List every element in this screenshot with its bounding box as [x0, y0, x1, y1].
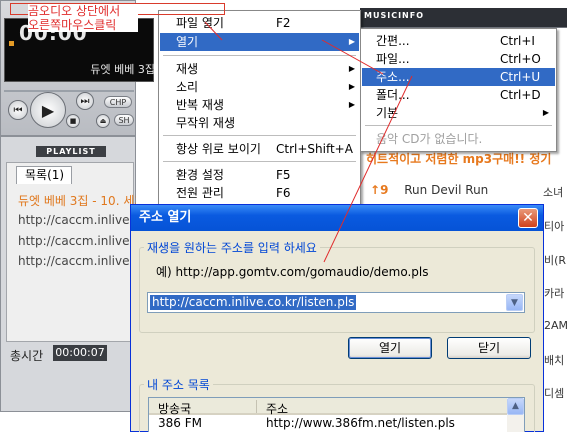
next-button[interactable]: ⏭ [76, 92, 94, 110]
url-group-label: 재생을 원하는 주소를 입력 하세요 [144, 239, 320, 256]
display-indicator [9, 41, 14, 46]
submenu-arrow-icon: ▶ [348, 82, 355, 91]
dialog-title: 주소 열기 [131, 205, 543, 231]
submenu-item-quick[interactable]: 간편... Ctrl+I [362, 32, 555, 50]
menu-item-preferences[interactable]: 환경 설정 F5 [160, 166, 359, 184]
stop-button[interactable]: ■ [66, 114, 80, 128]
playlist-header: PLAYLIST [36, 146, 106, 157]
submenu-arrow-icon: ▶ [348, 100, 355, 109]
scrollbar-track[interactable] [507, 415, 524, 432]
submenu-item-default[interactable]: 기본 ▶ [362, 104, 555, 122]
menu-item-sound[interactable]: 소리 ▶ [160, 78, 359, 96]
up-arrow-icon: ↑ [370, 183, 381, 197]
url-example: 예) http://app.gomtv.com/gomaudio/demo.pl… [156, 265, 429, 279]
playlist-list [6, 162, 134, 342]
address-list-label: 내 주소 목록 [144, 376, 213, 393]
column-header-address[interactable]: 주소 [266, 400, 288, 417]
station-cell[interactable]: 386 FM [158, 416, 202, 430]
menu-item-open[interactable]: 열기 ▶ [160, 33, 359, 51]
total-time-label: 총시간 [10, 349, 44, 363]
menu-item-open-file[interactable]: 파일 열기 F2 [160, 14, 359, 32]
playlist-item[interactable]: http://caccm.inlive.co.kr [18, 213, 136, 227]
chart-artist: 배치 [544, 354, 565, 367]
address-list-header [149, 398, 507, 415]
shuffle-button[interactable]: SH [114, 114, 134, 126]
chart-artist: 카라 [544, 287, 565, 300]
chart-rank: 9 [380, 183, 389, 197]
url-group [139, 247, 535, 333]
desktop-strip [0, 412, 136, 432]
chart-artist: 소녀 [543, 186, 564, 199]
eject-button[interactable]: ⏏ [96, 114, 110, 128]
promo-banner[interactable]: 히트적이고 저렴한 mp3구매!! 정기 [366, 150, 566, 167]
menu-item-shuffle[interactable]: 무작위 재생 [160, 114, 359, 132]
chart-row[interactable]: ↑9 Run Devil Run [370, 183, 567, 197]
menu-item-power[interactable]: 전원 관리 F6 [160, 184, 359, 202]
submenu-arrow-icon: ▶ [348, 64, 355, 73]
annotation-note: 곰오디오 상단에서 오른쪽마우스클릭 [28, 4, 138, 32]
submenu-item-no-cd: 음악 CD가 없습니다. [376, 132, 483, 146]
chart-title: Run Devil Run [404, 183, 489, 197]
open-button[interactable]: 열기 [348, 337, 432, 359]
column-header-station[interactable]: 방송국 [158, 400, 191, 417]
menu-item-repeat[interactable]: 반복 재생 ▶ [160, 96, 359, 114]
submenu-item-folder[interactable]: 폴더... Ctrl+D [362, 86, 555, 104]
chart-artist: 비(R [544, 254, 567, 267]
chevron-down-icon[interactable]: ▼ [506, 294, 523, 311]
play-button[interactable]: ▶ [30, 92, 66, 128]
close-button[interactable]: 닫기 [447, 337, 531, 359]
track-title: 듀엣 베베 3집 [90, 63, 155, 76]
submenu-arrow-icon: ▶ [542, 108, 549, 117]
submenu-arrow-icon: ▶ [348, 37, 355, 46]
playlist-item[interactable]: 듀엣 베베 3집 - 10. 세계의 [18, 192, 136, 209]
open-submenu: 간편... Ctrl+I 파일... Ctrl+O 주소... Ctrl+U 폴더..… [360, 28, 557, 152]
url-input-value[interactable]: http://caccm.inlive.co.kr/listen.pls [150, 295, 357, 310]
chart-artist: 티아 [544, 220, 565, 233]
mode-button[interactable]: CHP [104, 96, 132, 108]
close-icon[interactable]: ✕ [518, 208, 538, 228]
scroll-up-icon[interactable]: ▲ [507, 398, 524, 415]
playlist-tab[interactable]: 목록(1) [16, 166, 72, 184]
seek-bar[interactable] [4, 90, 134, 92]
chart-artist: 2AM [544, 319, 567, 332]
context-menu: 파일 열기 F2 열기 ▶ 재생 ▶ 소리 ▶ 반복 재생 ▶ 무작위 재생 항상 위로 … [158, 10, 361, 206]
musicinfo-header: MUSICINFO [364, 11, 425, 20]
total-time-value: 00:00:07 [53, 345, 107, 361]
column-divider [256, 400, 257, 413]
submenu-item-file[interactable]: 파일... Ctrl+O [362, 50, 555, 68]
prev-button[interactable]: ⏮ [8, 100, 28, 120]
menu-item-play[interactable]: 재생 ▶ [160, 60, 359, 78]
playlist-item[interactable]: http://caccm.inlive.co.kr [18, 254, 136, 268]
playlist-item[interactable]: http://caccm.inlive.co.kr [18, 234, 136, 248]
chart-artist: 디셈 [544, 387, 565, 400]
address-cell[interactable]: http://www.386fm.net/listen.pls [266, 416, 455, 430]
menu-item-always-on-top[interactable]: 항상 위로 보이기 Ctrl+Shift+A [160, 140, 359, 158]
submenu-item-address[interactable]: 주소... Ctrl+U [362, 68, 555, 86]
